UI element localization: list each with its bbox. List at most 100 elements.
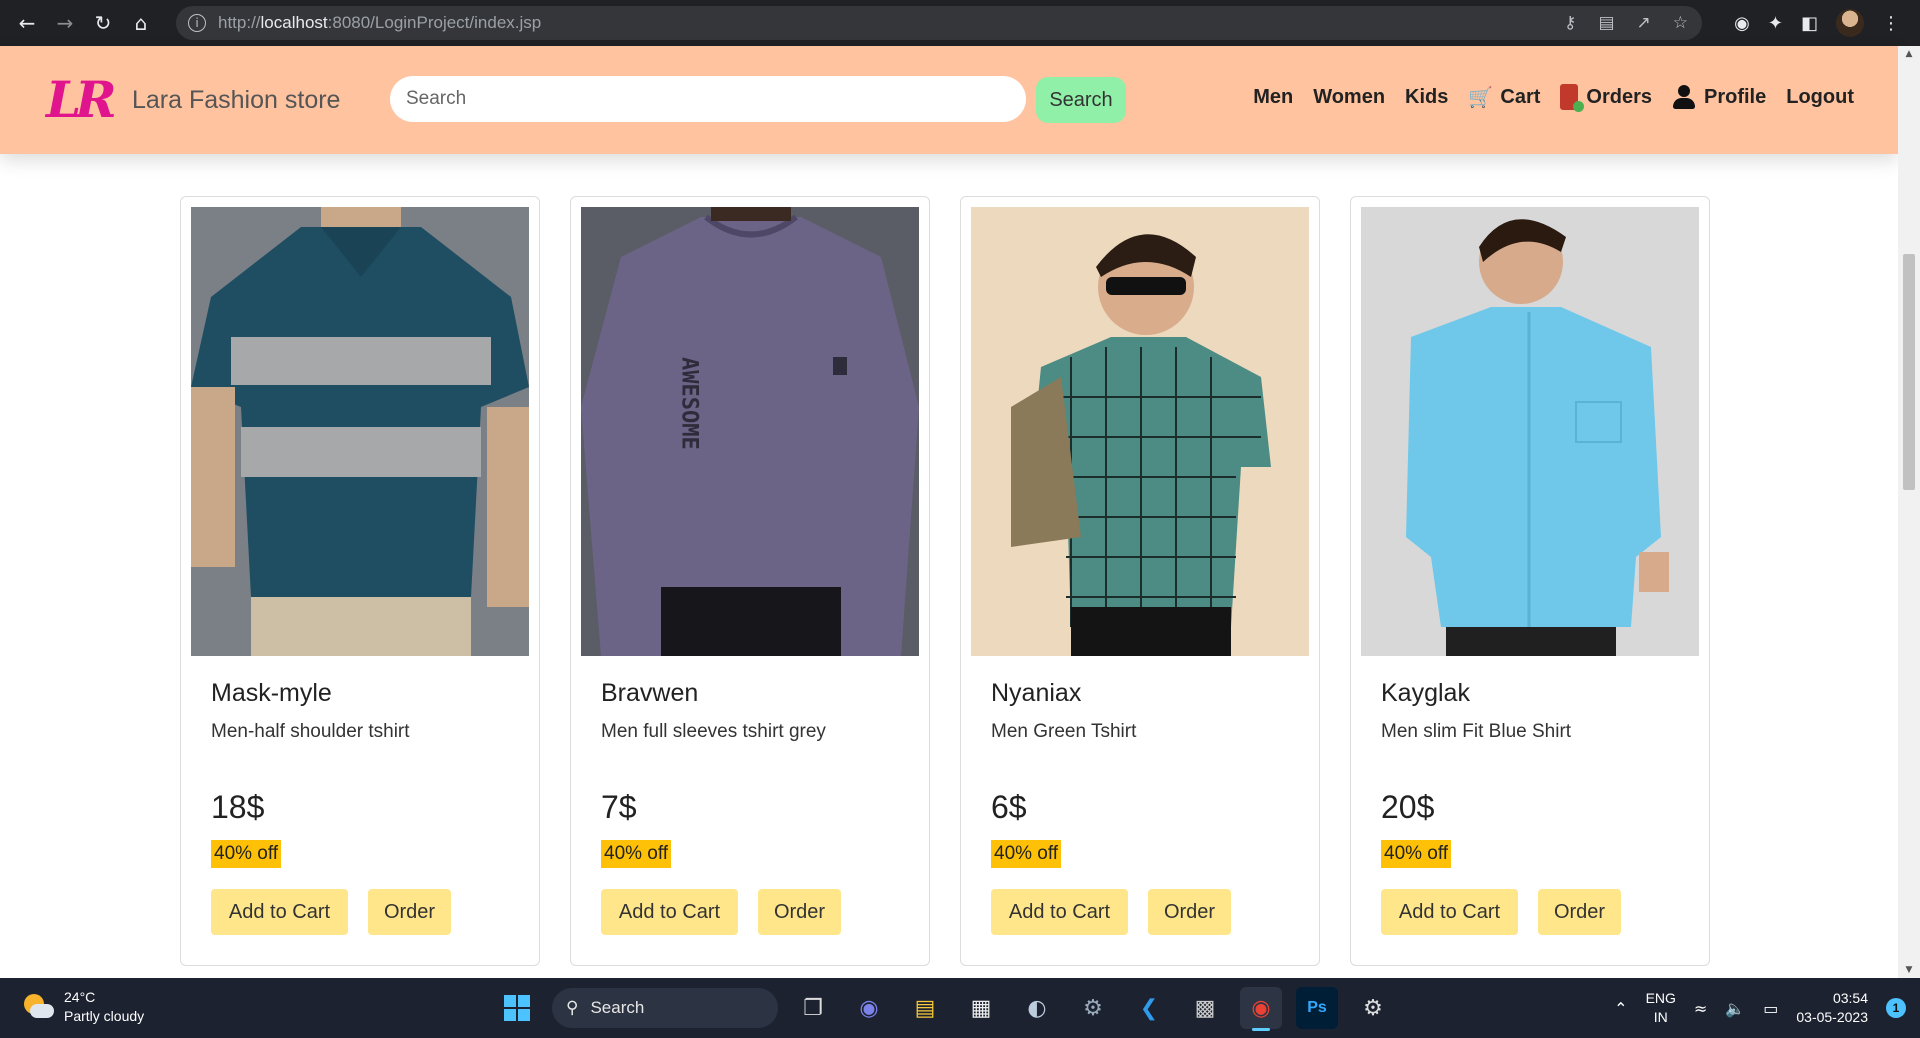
- product-description: Men-half shoulder tshirt: [211, 721, 410, 742]
- nav-orders[interactable]: Orders: [1560, 84, 1652, 112]
- product-image-blue-shirt[interactable]: [1361, 207, 1699, 656]
- language-code: ENG: [1645, 990, 1676, 1006]
- add-to-cart-button[interactable]: Add to Cart: [991, 889, 1128, 935]
- battery-icon[interactable]: ▭: [1763, 999, 1778, 1018]
- nav-orders-label: Orders: [1586, 85, 1652, 108]
- volume-icon[interactable]: 🔈: [1725, 999, 1745, 1018]
- discount-badge: 40% off: [991, 840, 1062, 868]
- photoshop-icon[interactable]: Ps: [1296, 987, 1338, 1029]
- brand-name: Lara Fashion store: [132, 86, 341, 114]
- chevron-up-icon[interactable]: ⌃: [1614, 999, 1627, 1018]
- clock[interactable]: 03:54 03-05-2023: [1796, 989, 1868, 1027]
- nav-men[interactable]: Men: [1253, 86, 1293, 109]
- windows-start-icon[interactable]: [496, 987, 538, 1029]
- browser-toolbar: ← → ↻ ⌂ i http://localhost:8080/LoginPro…: [0, 0, 1920, 46]
- app-settings-icon[interactable]: ⚙: [1352, 987, 1394, 1029]
- forward-icon[interactable]: →: [50, 8, 80, 38]
- product-description: Men slim Fit Blue Shirt: [1381, 721, 1572, 742]
- discount-badge: 40% off: [1381, 840, 1452, 868]
- reload-icon[interactable]: ↻: [88, 8, 118, 38]
- region-code: IN: [1653, 1009, 1668, 1025]
- order-button[interactable]: Order: [1148, 889, 1231, 935]
- translate-icon[interactable]: ▤: [1598, 13, 1614, 33]
- taskbar-search-label: Search: [590, 998, 645, 1017]
- task-view-icon[interactable]: ❐: [792, 987, 834, 1029]
- site-info-icon[interactable]: i: [188, 14, 206, 32]
- address-bar[interactable]: i http://localhost:8080/LoginProject/ind…: [176, 6, 1702, 40]
- extensions-puzzle-icon[interactable]: ✦: [1768, 13, 1783, 34]
- notification-badge[interactable]: 1: [1886, 998, 1906, 1018]
- product-image-green-check-tshirt[interactable]: [971, 207, 1309, 656]
- terminal-icon[interactable]: ▩: [1184, 987, 1226, 1029]
- nav-logout[interactable]: Logout: [1786, 86, 1854, 109]
- back-icon[interactable]: ←: [12, 8, 42, 38]
- wifi-icon[interactable]: ≈: [1694, 999, 1707, 1018]
- nav-cart[interactable]: 🛒 Cart: [1468, 85, 1540, 109]
- language-indicator[interactable]: ENG IN: [1646, 989, 1676, 1027]
- clock-date: 03-05-2023: [1796, 1009, 1868, 1025]
- password-key-icon[interactable]: ⚷: [1564, 13, 1576, 33]
- windows-taskbar: 24°C Partly cloudy ⚲ Search ❐ ◉ ▤ ▦ ◐ ⚙ …: [0, 978, 1920, 1038]
- product-card: AWESOME Bravwen Men full sleeves tshirt …: [570, 196, 930, 966]
- cart-icon: 🛒: [1467, 85, 1493, 109]
- extension-icon[interactable]: ◉: [1734, 13, 1750, 34]
- vscode-icon[interactable]: ❮: [1128, 987, 1170, 1029]
- side-panel-icon[interactable]: ◧: [1801, 13, 1818, 34]
- store-icon[interactable]: ▦: [960, 987, 1002, 1029]
- profile-avatar[interactable]: [1836, 9, 1864, 37]
- camera-icon[interactable]: ◐: [1016, 987, 1058, 1029]
- search-button[interactable]: Search: [1036, 77, 1126, 123]
- nav-women[interactable]: Women: [1313, 86, 1385, 109]
- add-to-cart-button[interactable]: Add to Cart: [211, 889, 348, 935]
- nav-profile[interactable]: Profile: [1672, 85, 1766, 109]
- site-header: LR Lara Fashion store Search Men Women K…: [0, 46, 1898, 154]
- weather-widget[interactable]: 24°C Partly cloudy: [20, 988, 144, 1026]
- product-title: Kayglak: [1381, 679, 1470, 707]
- order-button[interactable]: Order: [758, 889, 841, 935]
- product-title: Nyaniax: [991, 679, 1082, 707]
- product-image-polo-striped[interactable]: [191, 207, 529, 656]
- order-button[interactable]: Order: [1538, 889, 1621, 935]
- partly-cloudy-icon: [20, 992, 54, 1022]
- product-title: Mask-myle: [211, 679, 332, 707]
- scroll-up-icon[interactable]: ▲: [1898, 46, 1920, 62]
- clock-time: 03:54: [1832, 990, 1868, 1006]
- scroll-thumb[interactable]: [1903, 254, 1915, 490]
- taskbar-search[interactable]: ⚲ Search: [552, 988, 778, 1028]
- add-to-cart-button[interactable]: Add to Cart: [601, 889, 738, 935]
- nav-kids[interactable]: Kids: [1405, 86, 1448, 109]
- settings-gear-icon[interactable]: ⚙: [1072, 987, 1114, 1029]
- product-card: Nyaniax Men Green Tshirt 6$ 40% off Add …: [960, 196, 1320, 966]
- product-title: Bravwen: [601, 679, 699, 707]
- page-scrollbar[interactable]: ▲ ▼: [1898, 46, 1920, 978]
- bookmark-star-icon[interactable]: ☆: [1673, 13, 1688, 33]
- chrome-icon[interactable]: ◉: [1240, 987, 1282, 1031]
- product-card: Kayglak Men slim Fit Blue Shirt 20$ 40% …: [1350, 196, 1710, 966]
- search-input[interactable]: [390, 76, 1026, 122]
- product-price: 18$: [211, 789, 265, 825]
- scroll-down-icon[interactable]: ▼: [1898, 962, 1920, 978]
- shirt-print-word: AWESOME: [677, 357, 702, 450]
- temperature: 24°C: [64, 989, 96, 1005]
- product-image-purple-sweatshirt[interactable]: AWESOME: [581, 207, 919, 656]
- site-logo[interactable]: LR: [46, 70, 117, 129]
- share-icon[interactable]: ↗: [1637, 13, 1651, 33]
- home-icon[interactable]: ⌂: [126, 8, 156, 38]
- user-icon: [1672, 85, 1696, 109]
- product-price: 6$: [991, 789, 1027, 825]
- browser-menu-icon[interactable]: ⋮: [1882, 13, 1900, 34]
- url-text[interactable]: http://localhost:8080/LoginProject/index…: [218, 13, 541, 33]
- search-icon: ⚲: [566, 998, 579, 1018]
- product-description: Men Green Tshirt: [991, 721, 1137, 742]
- main-nav: Men Women Kids 🛒 Cart Orders Profile Log…: [1253, 84, 1854, 112]
- teams-chat-icon[interactable]: ◉: [848, 987, 890, 1029]
- file-explorer-icon[interactable]: ▤: [904, 987, 946, 1029]
- orders-icon: [1560, 84, 1585, 112]
- product-price: 20$: [1381, 789, 1435, 825]
- discount-badge: 40% off: [601, 840, 672, 868]
- order-button[interactable]: Order: [368, 889, 451, 935]
- product-price: 7$: [601, 789, 637, 825]
- nav-cart-label: Cart: [1500, 85, 1541, 108]
- product-grid: Mask-myle Men-half shoulder tshirt 18$ 4…: [180, 196, 1710, 966]
- add-to-cart-button[interactable]: Add to Cart: [1381, 889, 1518, 935]
